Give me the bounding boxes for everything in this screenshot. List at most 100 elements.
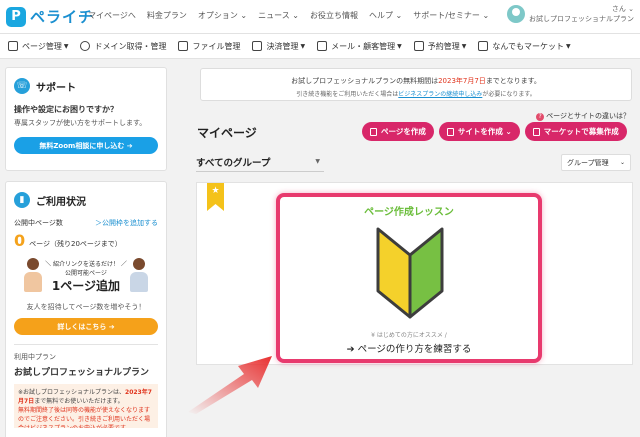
group-select[interactable]: すべてのグループ ▼ [196, 152, 324, 172]
globe-icon [80, 41, 91, 51]
subnav-file-management[interactable]: ファイル管理 [178, 41, 240, 52]
usage-title-text: ご利用状況 [36, 196, 86, 208]
nav-tips[interactable]: お役立ち情報 [310, 10, 358, 21]
subnav-market[interactable]: なんでもマーケット ▼ [478, 41, 571, 52]
support-title-text: サポート [36, 82, 76, 94]
practice-link[interactable]: ➔ ページの作り方を練習する [280, 341, 538, 355]
subnav-label: なんでもマーケット [492, 41, 564, 51]
page-site-difference-link[interactable]: ? ページとサイトの違いは？ [536, 111, 630, 121]
nav-news[interactable]: ニュース ⌄ [258, 10, 299, 21]
notice-text: お試しプロフェッショナルプランの無料期間は [291, 77, 439, 85]
business-plan-link[interactable]: ビジネスプランの継続申し込み [398, 91, 482, 98]
action-buttons: ページを作成 サイトを作成 ⌄ マーケットで募集作成 [362, 122, 632, 141]
group-select-value: すべてのグループ [196, 157, 271, 169]
headset-icon: ☏ [14, 78, 30, 94]
logo-mark-icon: P [6, 6, 26, 27]
market-icon [478, 41, 489, 51]
create-page-button[interactable]: ページを作成 [362, 122, 434, 141]
chevron-down-icon: ⌄ [619, 159, 625, 166]
woman-illustration-icon [22, 258, 44, 294]
cart-icon [252, 41, 263, 51]
user-menu[interactable]: さん ⌄ お試しプロフェッショナルプラン [507, 4, 634, 24]
nav-mypage[interactable]: マイページへ [88, 10, 136, 21]
subnav-payment[interactable]: 決済管理 ▼ [252, 41, 305, 52]
calendar-icon [413, 41, 424, 51]
market-icon [532, 127, 540, 136]
user-info: さん ⌄ お試しプロフェッショナルプラン [529, 4, 634, 24]
logo[interactable]: P ペライチ [6, 6, 94, 27]
arrow-right-icon: ➔ [346, 344, 355, 355]
nav-options[interactable]: オプション ⌄ [198, 10, 247, 21]
usage-card: ▮ ご利用状況 公開中ページ数 ＞公開枠を追加する 0 ページ（残り20ページま… [5, 181, 167, 437]
button-label: サイトを作成 ⌄ [457, 127, 512, 136]
published-count-value: 0 [14, 231, 26, 250]
subnav-label: ファイル管理 [192, 41, 241, 51]
promo-text: ＼ 紹介リンクを送るだけ！ ／ 公開可能ページ 1ページ追加 [45, 259, 127, 294]
published-label: 公開中ページ数 [14, 219, 63, 227]
page-icon [8, 41, 18, 51]
plan-note-warning: 無料期間終了後は同等の機能が使えなくなりますのでご注意ください。引き続きご利用い… [18, 407, 151, 428]
group-mgmt-label: グループ管理 [567, 158, 609, 167]
user-name: さん ⌄ [611, 5, 634, 13]
published-count: 0 ページ（残り20ページまで） [14, 231, 158, 250]
lesson-title: ページ作成レッスン [364, 207, 454, 218]
nav-help[interactable]: ヘルプ ⌄ [369, 10, 402, 21]
zoom-consultation-button[interactable]: 無料Zoom相談に申し込む ➔ [14, 137, 158, 154]
add-slot-link[interactable]: ＞公開枠を追加する [95, 218, 158, 228]
subnav-label: 予約管理 [427, 41, 460, 51]
logo-text: ペライチ [30, 8, 95, 26]
subnav-mail-customer[interactable]: メール・顧客管理 ▼ [317, 41, 402, 52]
chevron-down-icon: ▼ [565, 42, 571, 50]
promo-big-text: 1ページ追加 [51, 278, 121, 293]
beginner-mark-icon [376, 227, 444, 319]
diff-link-text: ページとサイトの違いは？ [546, 112, 630, 120]
chevron-down-icon: ▼ [397, 42, 402, 50]
chart-icon: ▮ [14, 192, 30, 208]
subnav-label: メール・顧客管理 [331, 41, 396, 51]
user-avatar-icon [507, 5, 525, 23]
nav-support-seminar[interactable]: サポート/セミナー ⌄ [413, 10, 489, 21]
button-label: マーケットで募集作成 [543, 127, 619, 136]
subnav-label: 決済管理 [266, 41, 299, 51]
notice-date: 2023年7月7日 [438, 77, 486, 85]
promo-subtext: 友人を招待してページ数を増やそう！ [26, 303, 146, 311]
page-icon [370, 127, 377, 136]
notice-line2: 引き続き機能をご利用いただく場合はビジネスプランの継続申し込みが必要になります。 [201, 89, 631, 98]
chevron-down-icon: ▼ [300, 42, 306, 50]
woman-laptop-illustration-icon [128, 258, 150, 294]
practice-link-text: ページの作り方を練習する [357, 344, 472, 355]
create-site-button[interactable]: サイトを作成 ⌄ [438, 122, 520, 141]
page-lesson-card[interactable]: ページ作成レッスン ¥ はじめての方にオススメ / ➔ ページの作り方を練習する [276, 193, 542, 363]
promo-small-text-2: 公開可能ページ [65, 269, 107, 277]
site-icon [446, 127, 454, 136]
chevron-down-icon: ▼ [63, 42, 69, 50]
notice-text: が必要になります。 [482, 91, 536, 98]
divider [14, 344, 158, 345]
published-row: 公開中ページ数 ＞公開枠を追加する [14, 218, 158, 228]
lesson-hint: ¥ はじめての方にオススメ / [371, 332, 447, 339]
subnav-domain[interactable]: ドメイン取得・管理 [80, 41, 166, 52]
notice-text: 引き続き機能をご利用いただく場合は [296, 91, 399, 98]
details-button[interactable]: 詳しくはこちら ➔ [14, 318, 158, 335]
referral-promo-banner[interactable]: ＼ 紹介リンクを送るだけ！ ／ 公開可能ページ 1ページ追加 [14, 256, 158, 296]
mail-icon [317, 41, 328, 51]
trial-notice-banner: お試しプロフェッショナルプランの無料期間は2023年7月7日までとなります。 引… [200, 68, 632, 101]
nav-pricing[interactable]: 料金プラン [147, 10, 187, 21]
support-question: 操作や設定にお困りですか？ [14, 105, 118, 114]
group-management-select[interactable]: グループ管理 ⌄ [561, 154, 631, 171]
subnav-page-management[interactable]: ページ管理 ▼ [8, 41, 68, 52]
file-icon [178, 41, 189, 51]
pointer-arrow-icon [188, 356, 272, 414]
plan-note: ※お試しプロフェッショナルプランは、2023年7月7日まで無料でお使いいただけま… [14, 384, 158, 428]
star-ribbon-icon: ★ [207, 183, 224, 211]
plan-name: お試しプロフェッショナルプラン [14, 368, 150, 378]
subnav-reservation[interactable]: 予約管理 ▼ [413, 41, 466, 52]
usage-title: ▮ ご利用状況 [14, 192, 158, 208]
top-navigation-bar: P ペライチ マイページへ 料金プラン オプション ⌄ ニュース ⌄ お役立ち情… [0, 0, 640, 34]
market-recruit-button[interactable]: マーケットで募集作成 [524, 122, 627, 141]
notice-line1: お試しプロフェッショナルプランの無料期間は2023年7月7日までとなります。 [201, 76, 631, 86]
support-card: ☏ サポート 操作や設定にお困りですか？ 専属スタッフが使い方をサポートします。… [5, 67, 167, 171]
plan-note-prefix: ※お試しプロフェッショナルプランは、 [18, 389, 126, 396]
user-plan: お試しプロフェッショナルプラン [529, 15, 634, 23]
question-icon: ? [536, 113, 545, 121]
